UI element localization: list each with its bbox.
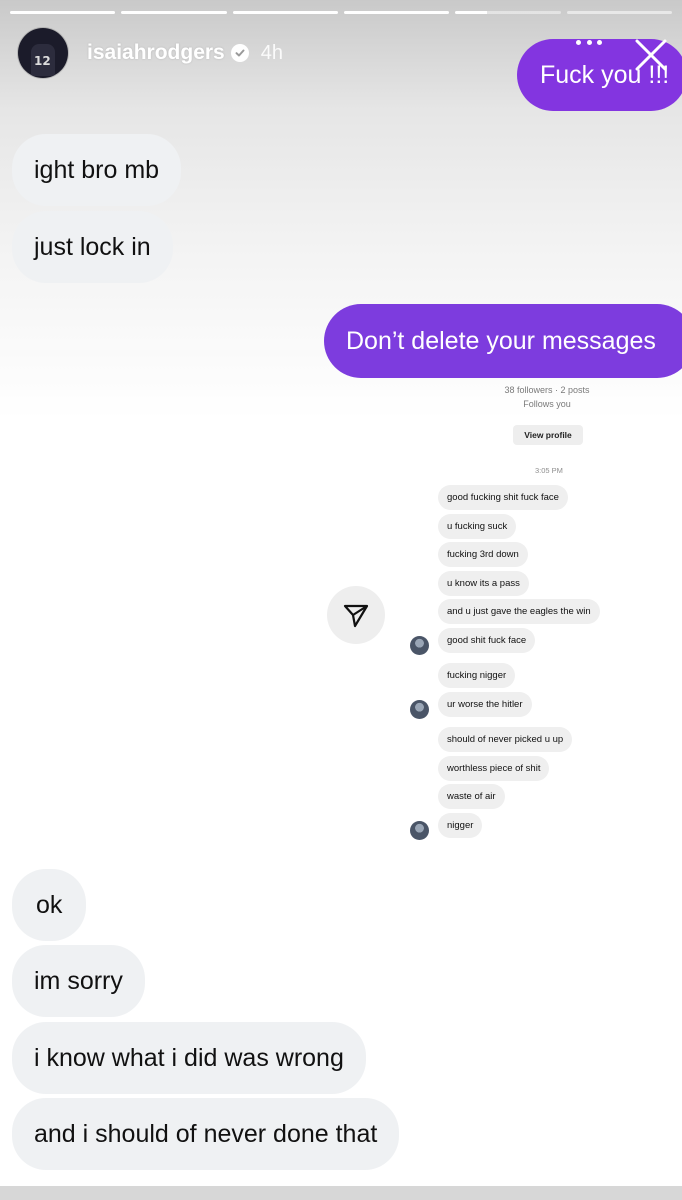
progress-segment-active: [455, 11, 561, 14]
message-bubble-received: ight bro mb: [12, 134, 182, 206]
embedded-message: and u just gave the eagles the win: [438, 599, 600, 624]
embedded-message: worthless piece of shit: [438, 756, 550, 781]
story-header: 12 isaiahrodgers 4h: [18, 28, 283, 78]
message-text: just lock in: [34, 232, 151, 261]
bottom-reply-bar[interactable]: [0, 1186, 682, 1200]
share-icon: [343, 604, 369, 628]
embedded-message: should of never picked u up: [438, 727, 573, 752]
message-text: ight bro mb: [34, 155, 160, 184]
message-text: Don’t delete your messages: [346, 326, 656, 355]
embedded-message: fucking nigger: [438, 663, 516, 688]
embedded-message: ur worse the hitler: [438, 692, 532, 717]
embedded-message: u know its a pass: [438, 571, 529, 596]
progress-segment: [10, 11, 116, 14]
sender-avatar: [410, 636, 429, 655]
avatar[interactable]: 12: [18, 28, 68, 78]
message-text: i know what i did was wrong: [34, 1043, 344, 1072]
follows-you-label: Follows you: [523, 399, 571, 409]
message-bubble-received: and i should of never done that: [12, 1098, 400, 1170]
embedded-dm-screenshot: 38 followers · 2 posts Follows you View …: [400, 380, 682, 840]
message-bubble-received: just lock in: [12, 211, 173, 283]
progress-segment: [566, 11, 672, 14]
message-text: and i should of never done that: [34, 1119, 378, 1148]
followers-count: 38 followers · 2 posts: [504, 385, 590, 395]
embedded-message: waste of air: [438, 784, 505, 809]
progress-segment: [343, 11, 450, 14]
story-time: 4h: [260, 41, 283, 64]
message-bubble-received: ok: [12, 869, 87, 941]
share-button[interactable]: [327, 586, 385, 644]
avatar-number: 12: [34, 54, 51, 68]
verified-badge-icon: [230, 44, 249, 62]
more-options-icon[interactable]: [576, 36, 602, 48]
message-text: ok: [36, 890, 63, 919]
progress-segment: [232, 11, 338, 14]
message-bubble-received: im sorry: [12, 945, 145, 1017]
embedded-message: nigger: [438, 813, 483, 838]
message-timestamp: 3:05 PM: [535, 466, 563, 475]
view-profile-button: View profile: [513, 425, 583, 445]
embedded-message: good fucking shit fuck face: [438, 485, 568, 510]
message-bubble-received: i know what i did was wrong: [12, 1022, 366, 1094]
embedded-message: u fucking suck: [438, 514, 517, 539]
sender-avatar: [410, 821, 429, 840]
username[interactable]: isaiahrodgers: [87, 41, 225, 65]
close-icon[interactable]: [633, 37, 669, 73]
embedded-message: fucking 3rd down: [438, 542, 528, 567]
message-bubble-sent: Don’t delete your messages: [324, 304, 682, 378]
progress-segment: [121, 11, 227, 14]
story-progress-bar: [10, 11, 672, 14]
embedded-message: good shit fuck face: [438, 628, 536, 653]
message-text: im sorry: [34, 966, 123, 995]
sender-avatar: [410, 700, 429, 719]
